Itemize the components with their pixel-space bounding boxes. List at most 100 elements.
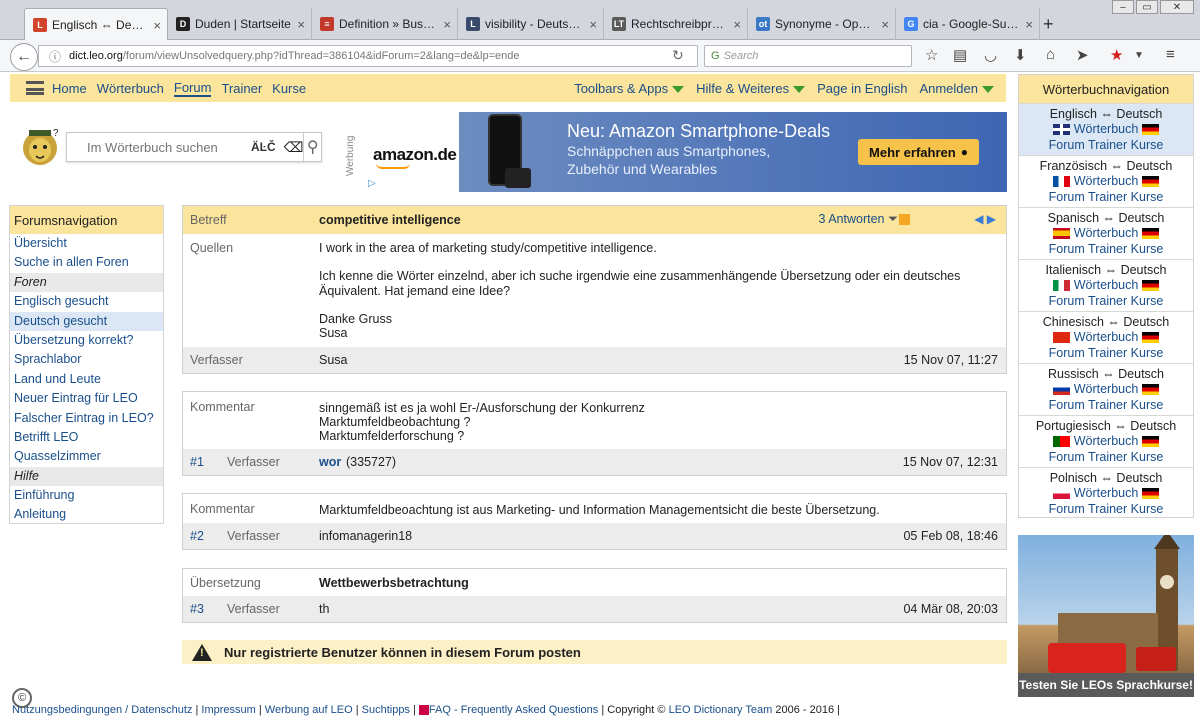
footer-link-terms[interactable]: Nutzungsbedingungen / Datenschutz	[12, 704, 192, 716]
browser-tab[interactable]: Gcia - Google-Suche ×	[896, 8, 1040, 40]
language-pair-name[interactable]: Italienisch ⇔ Deutsch	[1019, 263, 1193, 278]
browser-tab[interactable]: ot Synonyme - Open... ×	[748, 8, 896, 40]
adchoices-icon[interactable]: ▷	[368, 178, 376, 189]
amazon-logo[interactable]: amazon.de	[373, 145, 457, 165]
pocket-icon[interactable]: ◡	[984, 46, 997, 64]
new-tab-button[interactable]: +	[1043, 14, 1054, 35]
forum-nav-link[interactable]: Neuer Eintrag für LEO	[10, 389, 163, 408]
reply-author-link[interactable]: wor	[319, 455, 341, 469]
forum-nav-link[interactable]: Übersicht	[10, 234, 163, 253]
close-tab-icon[interactable]: ×	[733, 17, 741, 32]
maximize-window-button[interactable]: ▭	[1136, 0, 1158, 14]
language-pair-name[interactable]: Chinesisch ⇔ Deutsch	[1019, 315, 1193, 330]
dictionary-link[interactable]: Wörterbuch	[1019, 226, 1193, 241]
kurse-link[interactable]: Kurse	[1131, 346, 1164, 360]
clear-input-icon[interactable]: ⌫	[284, 139, 304, 156]
next-thread-icon[interactable]: ▶	[987, 212, 996, 226]
forum-nav-link[interactable]: Anleitung	[10, 505, 163, 524]
nav-trainer[interactable]: Trainer	[221, 81, 262, 96]
dictionary-search-input[interactable]	[87, 139, 247, 155]
nav-kurse[interactable]: Kurse	[272, 81, 306, 96]
reload-icon[interactable]: ↻	[672, 47, 684, 64]
nav-forum[interactable]: Forum	[173, 80, 212, 97]
language-pair-name[interactable]: Französisch ⇔ Deutsch	[1019, 159, 1193, 174]
ad-cta-button[interactable]: Mehr erfahren ●	[858, 139, 979, 165]
url-bar[interactable]: ⓘ dict.leo.org/forum/viewUnsolvedquery.p…	[38, 45, 698, 67]
close-tab-icon[interactable]: ×	[443, 17, 451, 32]
forum-link[interactable]: Forum	[1049, 450, 1085, 464]
footer-link-werbung[interactable]: Werbung auf LEO	[265, 704, 353, 716]
browser-search-box[interactable]: G Search	[704, 45, 912, 67]
home-icon[interactable]: ⌂	[1046, 46, 1055, 63]
kurse-link[interactable]: Kurse	[1131, 138, 1164, 152]
language-pair-name[interactable]: Russisch ⇔ Deutsch	[1019, 367, 1193, 382]
forum-link[interactable]: Forum	[1049, 502, 1085, 516]
send-icon[interactable]: ➤	[1076, 46, 1089, 64]
forum-nav-link[interactable]: Quasselzimmer	[10, 447, 163, 466]
kurse-link[interactable]: Kurse	[1131, 398, 1164, 412]
language-pair-name[interactable]: Portugiesisch ⇔ Deutsch	[1019, 419, 1193, 434]
nav-hilfe[interactable]: Hilfe & Weiteres	[696, 81, 806, 96]
dictionary-link[interactable]: Wörterbuch	[1019, 174, 1193, 189]
nav-toolbars-apps[interactable]: Toolbars & Apps	[574, 81, 685, 96]
forum-nav-link[interactable]: Suche in allen Foren	[10, 253, 163, 272]
forum-nav-link[interactable]: Falscher Eintrag in LEO?	[10, 409, 163, 428]
footer-link-impressum[interactable]: Impressum	[201, 704, 255, 716]
kurse-link[interactable]: Kurse	[1131, 294, 1164, 308]
reply-number[interactable]: #2	[190, 529, 204, 543]
kurse-link[interactable]: Kurse	[1131, 190, 1164, 204]
dictionary-link[interactable]: Wörterbuch	[1019, 122, 1193, 137]
dictionary-link[interactable]: Wörterbuch	[1019, 486, 1193, 501]
forum-nav-link[interactable]: Deutsch gesucht	[10, 311, 163, 331]
language-course-promo[interactable]: Testen Sie LEOs Sprachkurse!	[1018, 535, 1194, 697]
dictionary-link[interactable]: Wörterbuch	[1019, 434, 1193, 449]
nav-home[interactable]: Home	[52, 81, 87, 96]
rss-icon[interactable]	[899, 214, 910, 226]
forum-nav-link[interactable]: Sprachlabor	[10, 350, 163, 369]
language-pair-name[interactable]: Spanisch ⇔ Deutsch	[1019, 211, 1193, 226]
kurse-link[interactable]: Kurse	[1131, 502, 1164, 516]
nav-woerterbuch[interactable]: Wörterbuch	[97, 81, 164, 96]
forum-link[interactable]: Forum	[1049, 346, 1085, 360]
trainer-link[interactable]: Trainer	[1088, 242, 1127, 256]
reading-list-icon[interactable]: ▤	[953, 46, 967, 64]
browser-tab[interactable]: L Englisch ⇔ Deutsc... ×	[24, 8, 168, 41]
close-window-button[interactable]: ✕	[1160, 0, 1194, 14]
trainer-link[interactable]: Trainer	[1088, 190, 1127, 204]
close-tab-icon[interactable]: ×	[297, 17, 305, 32]
forum-link[interactable]: Forum	[1049, 138, 1085, 152]
forum-nav-link[interactable]: Übersetzung korrekt?	[10, 331, 163, 350]
dictionary-link[interactable]: Wörterbuch	[1019, 382, 1193, 397]
browser-tab[interactable]: ≡ Definition » Busin... ×	[312, 8, 458, 40]
close-tab-icon[interactable]: ×	[153, 18, 161, 33]
search-icon[interactable]: ⚲	[303, 133, 321, 161]
nav-page-in-english[interactable]: Page in English	[817, 81, 907, 96]
nav-anmelden[interactable]: Anmelden	[919, 81, 994, 96]
reply-number[interactable]: #1	[190, 455, 204, 469]
footer-link-leo-team[interactable]: LEO Dictionary Team	[669, 704, 773, 716]
trainer-link[interactable]: Trainer	[1088, 450, 1127, 464]
trainer-link[interactable]: Trainer	[1088, 138, 1127, 152]
forum-link[interactable]: Forum	[1049, 190, 1085, 204]
forum-nav-link[interactable]: Betrifft LEO	[10, 428, 163, 447]
footer-link-suchtipps[interactable]: Suchtipps	[362, 704, 410, 716]
forum-link[interactable]: Forum	[1049, 242, 1085, 256]
filter-icon[interactable]: ⏷	[888, 212, 898, 226]
dictionary-link[interactable]: Wörterbuch	[1019, 278, 1193, 293]
minimize-window-button[interactable]: –	[1112, 0, 1134, 14]
language-pair-name[interactable]: Polnisch ⇔ Deutsch	[1019, 471, 1193, 486]
trainer-link[interactable]: Trainer	[1088, 398, 1127, 412]
kurse-link[interactable]: Kurse	[1131, 242, 1164, 256]
dictionary-link[interactable]: Wörterbuch	[1019, 330, 1193, 345]
leo-lion-logo[interactable]: ?	[19, 124, 61, 168]
language-pair-name[interactable]: Englisch ⇔ Deutsch	[1019, 107, 1193, 122]
trainer-link[interactable]: Trainer	[1088, 294, 1127, 308]
menu-icon[interactable]: ≡	[1166, 46, 1175, 63]
red-star-icon[interactable]: ★	[1110, 46, 1123, 64]
trainer-link[interactable]: Trainer	[1088, 502, 1127, 516]
forum-nav-link[interactable]: Einführung	[10, 486, 163, 505]
trainer-link[interactable]: Trainer	[1088, 346, 1127, 360]
close-tab-icon[interactable]: ×	[881, 17, 889, 32]
close-tab-icon[interactable]: ×	[1025, 17, 1033, 32]
kurse-link[interactable]: Kurse	[1131, 450, 1164, 464]
